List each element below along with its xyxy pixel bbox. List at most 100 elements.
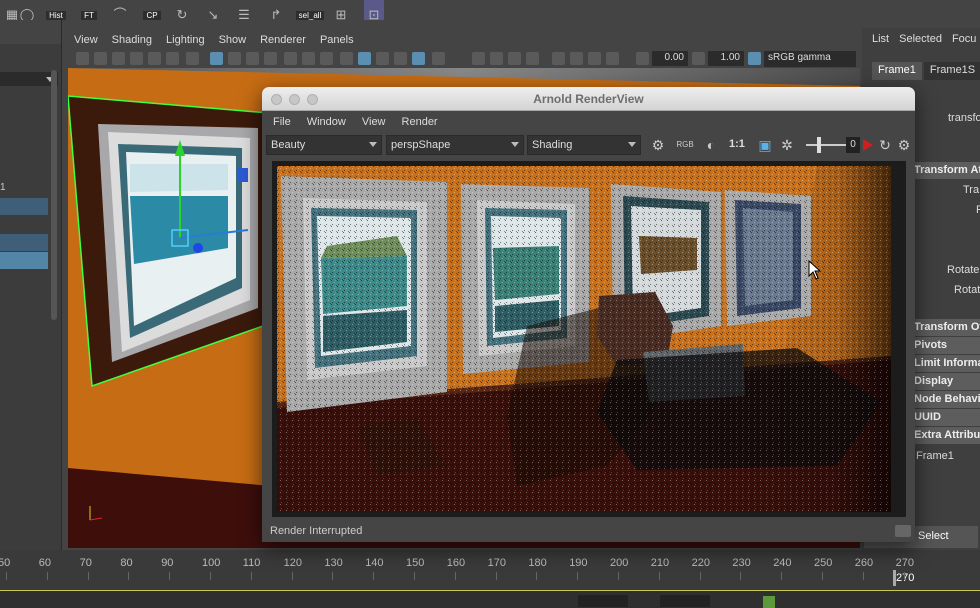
camera-dropdown[interactable]: perspShape bbox=[386, 135, 524, 155]
snapshot-icon[interactable] bbox=[895, 525, 911, 537]
cp-button[interactable]: CP bbox=[139, 0, 165, 20]
viewport-menu-panels[interactable]: Panels bbox=[320, 34, 354, 46]
grid-select-button[interactable]: ⊞ bbox=[332, 0, 350, 21]
xray-joints-icon[interactable] bbox=[508, 52, 521, 65]
textured-icon[interactable] bbox=[394, 52, 407, 65]
ae-section-display[interactable]: Display bbox=[906, 373, 980, 390]
exposure-icon[interactable] bbox=[636, 52, 649, 65]
camera-attr-icon[interactable] bbox=[94, 52, 107, 65]
bookmark-icon[interactable] bbox=[112, 52, 125, 65]
exposure-button[interactable]: ◐ bbox=[702, 136, 720, 154]
range-start-field[interactable] bbox=[578, 595, 628, 607]
ssao-icon[interactable] bbox=[570, 52, 583, 65]
ae-section-pivots[interactable]: Pivots bbox=[906, 337, 980, 354]
options-button[interactable]: ⚙ bbox=[895, 136, 913, 154]
ae-menu-list[interactable]: List bbox=[872, 33, 889, 45]
ae-section-limit-information[interactable]: Limit Informati bbox=[906, 355, 980, 372]
wireframe-on-shaded-icon[interactable] bbox=[376, 52, 389, 65]
range-slider[interactable] bbox=[0, 590, 980, 608]
ae-tab-frame1[interactable]: Frame1 bbox=[872, 62, 922, 80]
refresh-button[interactable]: ✲ bbox=[778, 136, 796, 154]
time-slider[interactable]: 270 50 60 70 80 90 100 110 120 130 140 150 160 170 18… bbox=[0, 550, 980, 590]
ae-menu-focus[interactable]: Focu bbox=[952, 33, 976, 45]
smooth-shade-icon[interactable] bbox=[358, 52, 371, 65]
ae-section-uuid[interactable]: UUID bbox=[906, 409, 980, 426]
use-all-lights-icon[interactable] bbox=[412, 52, 425, 65]
safe-action-icon[interactable] bbox=[302, 52, 315, 65]
auto-key-icon[interactable] bbox=[763, 596, 775, 608]
motion-trail-icon[interactable] bbox=[552, 52, 565, 65]
outliner-row[interactable] bbox=[0, 198, 48, 215]
zoom-1-1-button[interactable]: 1:1 bbox=[729, 138, 745, 150]
parent-button[interactable]: ↱ bbox=[266, 0, 286, 21]
isolate-icon[interactable] bbox=[472, 52, 485, 65]
crop-region-button[interactable]: ▣ bbox=[756, 136, 774, 154]
render-image[interactable] bbox=[277, 166, 891, 512]
hist-label: Hist bbox=[46, 11, 66, 20]
render-settings-button[interactable]: ☰ bbox=[234, 0, 254, 21]
dof-icon[interactable] bbox=[606, 52, 619, 65]
curve-button[interactable]: ⌒ bbox=[108, 0, 132, 21]
renderview-menu-file[interactable]: File bbox=[273, 116, 291, 128]
timeline-tick-mark bbox=[577, 572, 579, 580]
gate-mask-icon[interactable] bbox=[264, 52, 277, 65]
render-settings-button[interactable]: ⚙ bbox=[649, 136, 667, 154]
outliner-dropdown[interactable] bbox=[0, 72, 58, 86]
gamma-field[interactable]: 1.00 bbox=[708, 51, 744, 66]
antialias-icon[interactable] bbox=[588, 52, 601, 65]
shadows-icon[interactable] bbox=[432, 52, 445, 65]
ae-tab-frame1-shape[interactable]: Frame1S bbox=[923, 62, 980, 80]
hist-button[interactable]: Hist bbox=[43, 0, 69, 20]
ft-button[interactable]: FT bbox=[77, 0, 101, 20]
safe-title-icon[interactable] bbox=[320, 52, 333, 65]
viewport-menu-lighting[interactable]: Lighting bbox=[166, 34, 205, 46]
renderview-titlebar[interactable]: Arnold RenderView bbox=[262, 87, 915, 111]
camera-icon[interactable] bbox=[76, 52, 89, 65]
frame-slider-knob[interactable] bbox=[817, 137, 821, 153]
field-chart-icon[interactable] bbox=[284, 52, 297, 65]
render-status: Render Interrupted bbox=[270, 525, 363, 537]
image-plane-icon[interactable] bbox=[130, 52, 143, 65]
frame-slider-track[interactable] bbox=[806, 144, 846, 146]
viewport-menu-renderer[interactable]: Renderer bbox=[260, 34, 306, 46]
viewport-menu-show[interactable]: Show bbox=[219, 34, 247, 46]
sel-all-button[interactable]: sel_all bbox=[295, 0, 325, 20]
rotate-button[interactable]: ↻ bbox=[173, 0, 191, 21]
2d-pan-icon[interactable] bbox=[148, 52, 161, 65]
rerender-button[interactable]: ↻ bbox=[876, 136, 894, 154]
ae-section-transform-attributes[interactable]: Transform Attri bbox=[906, 162, 980, 179]
renderview-menu-window[interactable]: Window bbox=[307, 116, 346, 128]
gamma-icon[interactable] bbox=[692, 52, 705, 65]
ae-menu-selected[interactable]: Selected bbox=[899, 33, 942, 45]
grid-icon[interactable] bbox=[210, 52, 223, 65]
render-view-button[interactable]: ⊡ bbox=[364, 0, 384, 21]
xray-icon[interactable] bbox=[490, 52, 503, 65]
resolution-gate-icon[interactable] bbox=[246, 52, 259, 65]
outliner-row[interactable] bbox=[0, 234, 48, 251]
film-gate-icon[interactable] bbox=[228, 52, 241, 65]
outliner-scrollbar[interactable] bbox=[51, 70, 57, 320]
aov-dropdown[interactable]: Beauty bbox=[266, 135, 382, 155]
frame-number-field[interactable]: 0 bbox=[846, 137, 860, 153]
lasso-button[interactable]: ◯ bbox=[17, 0, 37, 21]
color-rgb-button[interactable]: RGB bbox=[676, 136, 694, 154]
grease-pencil-icon[interactable] bbox=[166, 52, 179, 65]
color-space-dropdown[interactable]: sRGB gamma bbox=[764, 51, 856, 67]
viewport-menu-view[interactable]: View bbox=[74, 34, 98, 46]
renderview-menu-render[interactable]: Render bbox=[402, 116, 438, 128]
exposure-field[interactable]: 0.00 bbox=[652, 51, 688, 66]
debug-shading-dropdown[interactable]: Shading bbox=[527, 135, 641, 155]
renderview-menu-view[interactable]: View bbox=[362, 116, 386, 128]
xray-components-icon[interactable] bbox=[526, 52, 539, 65]
ae-section-extra-attributes[interactable]: Extra Attributes bbox=[906, 427, 980, 444]
move-button[interactable]: ↘ bbox=[203, 0, 223, 21]
viewport-menu-shading[interactable]: Shading bbox=[112, 34, 152, 46]
range-end-field[interactable] bbox=[660, 595, 710, 607]
ruler-icon[interactable] bbox=[186, 52, 199, 65]
outliner-row-selected[interactable] bbox=[0, 252, 48, 269]
play-render-icon[interactable] bbox=[863, 139, 873, 151]
color-management-icon[interactable] bbox=[748, 52, 761, 65]
wireframe-icon[interactable] bbox=[340, 52, 353, 65]
ae-section-transform-offset[interactable]: Transform Offs bbox=[906, 319, 980, 336]
ae-section-node-behavior[interactable]: Node Behavior bbox=[906, 391, 980, 408]
